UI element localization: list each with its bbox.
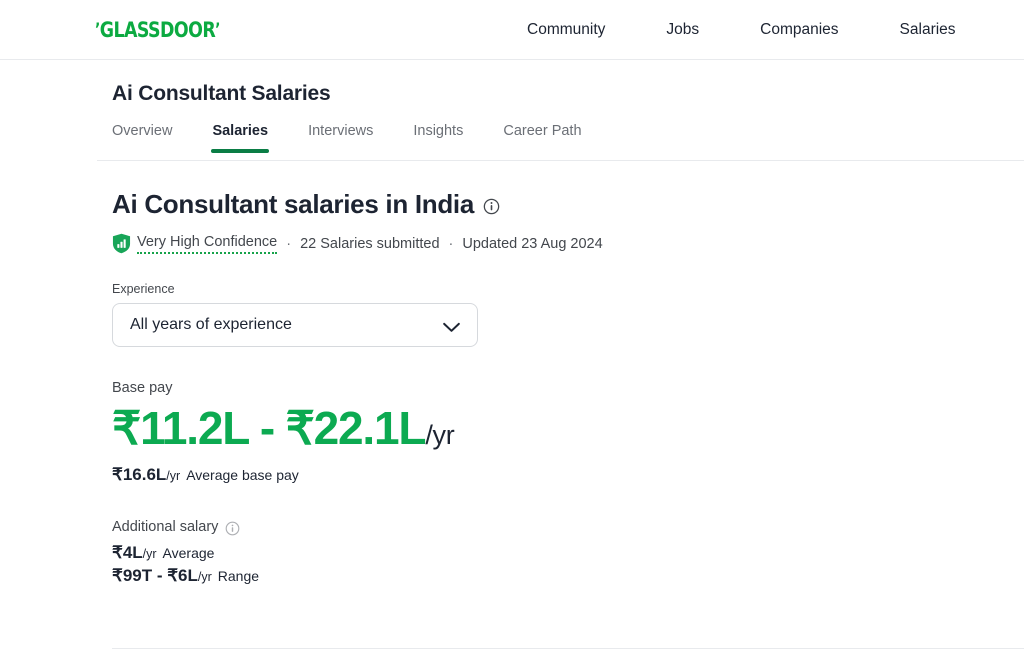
tabs-divider bbox=[97, 160, 1024, 161]
base-pay-average-label: Average base pay bbox=[186, 466, 299, 483]
main-navigation: Community Jobs Companies Salaries bbox=[527, 21, 956, 39]
additional-salary-label: Additional salary bbox=[112, 518, 219, 535]
base-pay-range: ₹11.2L - ₹22.1L/yr bbox=[112, 402, 1024, 455]
nav-item-community[interactable]: Community bbox=[527, 21, 605, 39]
additional-salary-range-value: ₹99T - ₹6L bbox=[112, 565, 198, 585]
salary-meta-row: Very High Confidence · 22 Salaries submi… bbox=[112, 233, 1024, 254]
additional-salary-range-label: Range bbox=[217, 567, 260, 584]
salaries-submitted-count: 22 Salaries submitted bbox=[300, 235, 440, 252]
experience-select[interactable]: All years of experience bbox=[112, 303, 478, 347]
job-tabs: Overview Salaries Interviews Insights Ca… bbox=[112, 123, 1024, 153]
additional-salary-average-unit: /yr bbox=[142, 546, 157, 561]
additional-salary-range: ₹99T - ₹6L/yr Range bbox=[112, 566, 1024, 586]
experience-field-label: Experience bbox=[112, 282, 175, 296]
job-header: Ai Consultant Salaries Overview Salaries… bbox=[0, 60, 1024, 153]
meta-separator-1: · bbox=[286, 235, 292, 252]
info-icon[interactable] bbox=[483, 198, 500, 215]
additional-salary-range-unit: /yr bbox=[197, 569, 212, 584]
nav-item-salaries[interactable]: Salaries bbox=[900, 21, 956, 39]
job-title: Ai Consultant Salaries bbox=[112, 82, 331, 105]
logo-quote-right: ’ bbox=[215, 19, 220, 40]
additional-salary-average-label: Average bbox=[162, 544, 215, 561]
base-pay-range-unit: /yr bbox=[425, 420, 455, 450]
page-heading-row: Ai Consultant salaries in India bbox=[112, 189, 1024, 220]
glassdoor-logo[interactable]: ’GLASSDOOR’ bbox=[95, 17, 221, 42]
additional-salary-info-icon[interactable] bbox=[225, 521, 240, 536]
base-pay-range-value: ₹11.2L - ₹22.1L bbox=[112, 402, 427, 454]
additional-salary-average: ₹4L/yr Average bbox=[112, 543, 1024, 563]
shield-bar-chart-icon bbox=[112, 233, 131, 254]
chevron-down-icon bbox=[442, 320, 461, 332]
experience-selected-value: All years of experience bbox=[130, 316, 292, 333]
logo-wordmark: GLASSDOOR bbox=[99, 17, 216, 42]
salary-content: Ai Consultant salaries in India Very Hig… bbox=[0, 153, 1024, 586]
additional-salary-average-value: ₹4L bbox=[112, 542, 143, 562]
base-pay-label: Base pay bbox=[112, 380, 173, 396]
updated-date: Updated 23 Aug 2024 bbox=[462, 235, 603, 252]
site-header: ’GLASSDOOR’ Community Jobs Companies Sal… bbox=[0, 0, 1024, 60]
tab-overview[interactable]: Overview bbox=[112, 123, 172, 153]
confidence-label[interactable]: Very High Confidence bbox=[137, 234, 278, 254]
page-title: Ai Consultant salaries in India bbox=[112, 189, 475, 219]
base-pay-average-value: ₹16.6L bbox=[112, 464, 167, 484]
nav-item-companies[interactable]: Companies bbox=[760, 21, 838, 39]
additional-salary-label-row: Additional salary bbox=[112, 518, 1024, 536]
meta-separator-2: · bbox=[448, 235, 454, 252]
tab-interviews[interactable]: Interviews bbox=[308, 123, 373, 153]
tab-insights[interactable]: Insights bbox=[413, 123, 463, 153]
tab-career-path[interactable]: Career Path bbox=[503, 123, 581, 153]
nav-item-jobs[interactable]: Jobs bbox=[666, 21, 699, 39]
base-pay-average-unit: /yr bbox=[166, 468, 181, 483]
content-bottom-divider bbox=[112, 648, 1024, 649]
tab-salaries[interactable]: Salaries bbox=[211, 123, 269, 153]
base-pay-average: ₹16.6L/yr Average base pay bbox=[112, 465, 1024, 485]
